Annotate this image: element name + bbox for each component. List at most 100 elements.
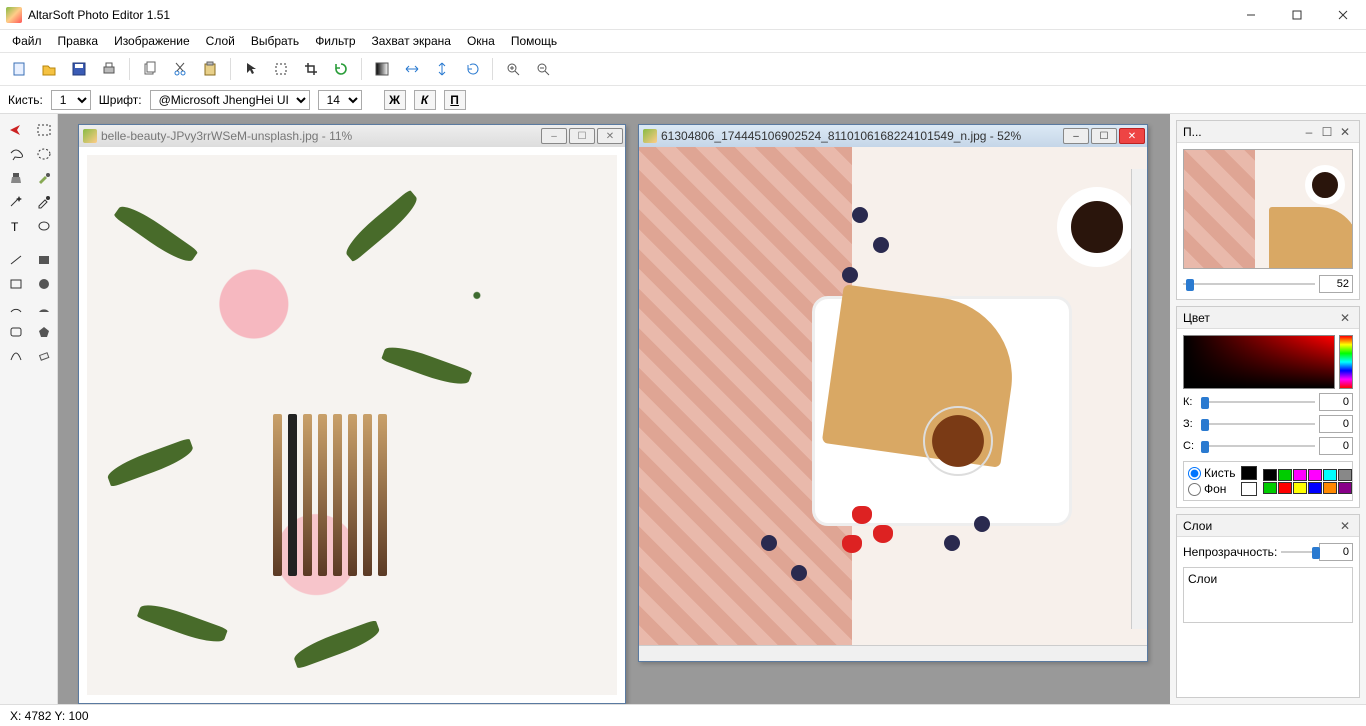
brush-tool[interactable] (32, 168, 56, 188)
document-window-right[interactable]: 61304806_174445106902524_811010616822410… (638, 124, 1148, 662)
zoom-out-button[interactable] (530, 56, 556, 82)
ellipse-hollow-tool[interactable] (32, 216, 56, 236)
rect-select-tool[interactable] (32, 120, 56, 140)
menu-windows[interactable]: Окна (459, 32, 503, 50)
opacity-value[interactable]: 0 (1319, 543, 1353, 561)
doc-right-canvas[interactable] (639, 147, 1147, 645)
swatch[interactable] (1323, 482, 1337, 494)
paste-button[interactable] (197, 56, 223, 82)
ellipse-select-tool[interactable] (32, 144, 56, 164)
menu-filter[interactable]: Фильтр (307, 32, 363, 50)
preview-panel-max[interactable]: ☐ (1319, 125, 1335, 139)
marquee-tool-button[interactable] (268, 56, 294, 82)
eraser-tool[interactable] (32, 346, 56, 366)
preview-zoom-slider[interactable] (1183, 277, 1315, 291)
underline-button[interactable]: П (444, 90, 466, 110)
swatch[interactable] (1308, 469, 1322, 481)
wand-tool[interactable] (4, 192, 28, 212)
brush-size-select[interactable]: 1 (51, 90, 91, 110)
text-tool[interactable]: T (4, 216, 28, 236)
polygon-tool[interactable] (32, 322, 56, 342)
preview-thumbnail[interactable] (1183, 149, 1353, 269)
doc-left-close-button[interactable]: ✕ (597, 128, 623, 144)
zoom-in-button[interactable] (500, 56, 526, 82)
filled-circle-tool[interactable] (32, 274, 56, 294)
roundrect-tool[interactable] (4, 322, 28, 342)
bg-color-radio[interactable]: Фон (1188, 482, 1235, 496)
doc-left-titlebar[interactable]: belle-beauty-JPvy3rrWSeM-unsplash.jpg - … (79, 125, 625, 147)
flip-h-button[interactable] (399, 56, 425, 82)
rotate-button[interactable] (459, 56, 485, 82)
swatch[interactable] (1263, 469, 1277, 481)
menu-edit[interactable]: Правка (50, 32, 107, 50)
rect-outline-tool[interactable] (4, 274, 28, 294)
swatch[interactable] (1278, 469, 1292, 481)
green-slider[interactable] (1201, 417, 1315, 431)
print-button[interactable] (96, 56, 122, 82)
layers-list[interactable]: Слои (1183, 567, 1353, 623)
minimize-button[interactable] (1228, 0, 1274, 30)
doc-left-max-button[interactable]: ☐ (569, 128, 595, 144)
doc-right-vscroll[interactable] (1131, 169, 1147, 629)
swatch[interactable] (1263, 482, 1277, 494)
crop-tool-button[interactable] (298, 56, 324, 82)
doc-right-min-button[interactable]: – (1063, 128, 1089, 144)
swatch[interactable] (1308, 482, 1322, 494)
gradient-button[interactable] (369, 56, 395, 82)
opacity-slider[interactable] (1281, 545, 1315, 559)
doc-left-min-button[interactable]: – (541, 128, 567, 144)
doc-right-max-button[interactable]: ☐ (1091, 128, 1117, 144)
arc-tool[interactable] (4, 298, 28, 318)
filled-arc-tool[interactable] (32, 298, 56, 318)
maximize-button[interactable] (1274, 0, 1320, 30)
brush-color-radio[interactable]: Кисть (1188, 466, 1235, 480)
hue-bar[interactable] (1339, 335, 1353, 389)
preview-zoom-value[interactable]: 52 (1319, 275, 1353, 293)
swatch[interactable] (1323, 469, 1337, 481)
swatch[interactable] (1338, 482, 1352, 494)
color-field[interactable] (1183, 335, 1335, 389)
swatch[interactable] (1293, 469, 1307, 481)
font-size-select[interactable]: 14 (318, 90, 362, 110)
curve-tool[interactable] (4, 346, 28, 366)
open-file-button[interactable] (36, 56, 62, 82)
arrow-tool[interactable] (4, 120, 28, 140)
cut-button[interactable] (167, 56, 193, 82)
color-panel-close[interactable]: ✕ (1337, 311, 1353, 325)
flip-v-button[interactable] (429, 56, 455, 82)
doc-right-close-button[interactable]: ✕ (1119, 128, 1145, 144)
close-button[interactable] (1320, 0, 1366, 30)
bold-button[interactable]: Ж (384, 90, 406, 110)
menu-image[interactable]: Изображение (106, 32, 198, 50)
new-file-button[interactable] (6, 56, 32, 82)
save-button[interactable] (66, 56, 92, 82)
font-select[interactable]: @Microsoft JhengHei UI Ligh (150, 90, 310, 110)
document-window-left[interactable]: belle-beauty-JPvy3rrWSeM-unsplash.jpg - … (78, 124, 626, 704)
menu-layer[interactable]: Слой (198, 32, 243, 50)
preview-panel-min[interactable]: – (1301, 125, 1317, 139)
copy-button[interactable] (137, 56, 163, 82)
clone-stamp-tool[interactable] (4, 168, 28, 188)
preview-panel-close[interactable]: ✕ (1337, 125, 1353, 139)
menu-select[interactable]: Выбрать (243, 32, 307, 50)
blue-value[interactable]: 0 (1319, 437, 1353, 455)
swatch[interactable] (1293, 482, 1307, 494)
line-tool[interactable] (4, 250, 28, 270)
menu-help[interactable]: Помощь (503, 32, 565, 50)
pointer-tool-button[interactable] (238, 56, 264, 82)
layers-panel-close[interactable]: ✕ (1337, 519, 1353, 533)
green-value[interactable]: 0 (1319, 415, 1353, 433)
swatch[interactable] (1278, 482, 1292, 494)
italic-button[interactable]: К (414, 90, 436, 110)
red-slider[interactable] (1201, 395, 1315, 409)
red-value[interactable]: 0 (1319, 393, 1353, 411)
menu-capture[interactable]: Захват экрана (364, 32, 459, 50)
blue-slider[interactable] (1201, 439, 1315, 453)
doc-right-hscroll[interactable] (639, 645, 1147, 661)
refresh-button[interactable] (328, 56, 354, 82)
doc-right-titlebar[interactable]: 61304806_174445106902524_811010616822410… (639, 125, 1147, 147)
swatch[interactable] (1338, 469, 1352, 481)
doc-left-canvas[interactable] (79, 147, 625, 703)
lasso-tool[interactable] (4, 144, 28, 164)
filled-rect-tool[interactable] (32, 250, 56, 270)
